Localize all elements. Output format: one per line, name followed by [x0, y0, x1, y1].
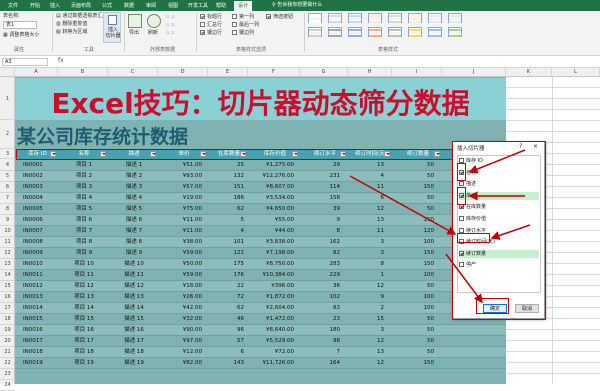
arrow-to-ok — [445, 253, 483, 304]
arrow-to-reorder-qty — [349, 175, 457, 235]
annotation-arrows — [349, 149, 531, 304]
arrow-to-reorder-qty-right — [490, 224, 531, 240]
arrow-to-name — [468, 149, 526, 174]
